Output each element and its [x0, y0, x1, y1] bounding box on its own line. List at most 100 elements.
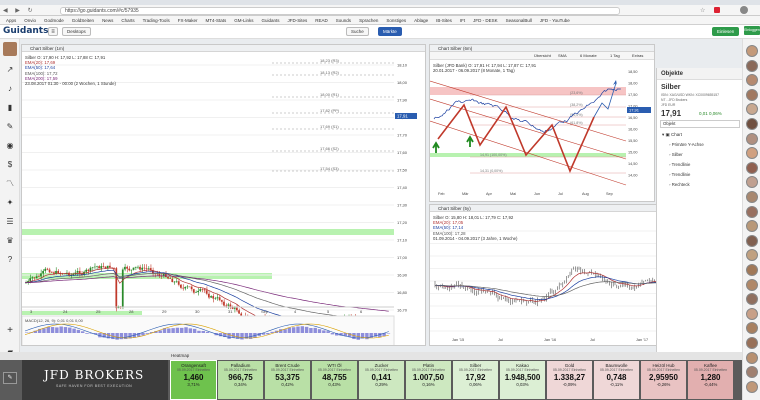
bookmark-item[interactable]: READ: [311, 18, 332, 23]
heatmap-tile[interactable]: Zucker 05.09.2017 Einheiten 0,141 0,29%: [359, 361, 404, 399]
toolbar-extras[interactable]: Extras: [632, 53, 643, 58]
bookmark-item[interactable]: GoldSeiten: [68, 18, 98, 23]
user-avatar[interactable]: [3, 42, 17, 56]
login-button[interactable]: Einloggen: [744, 26, 760, 35]
toolbar-interval[interactable]: 1 Tag: [610, 53, 620, 58]
toolbar-sma[interactable]: SMA: [558, 53, 567, 58]
add-icon[interactable]: +: [5, 326, 15, 336]
trader-avatar[interactable]: [746, 59, 758, 72]
toolbar-range[interactable]: 6 Monate: [580, 53, 597, 58]
markets-button[interactable]: Märkte: [378, 27, 402, 36]
trader-avatar[interactable]: [746, 161, 758, 174]
trader-avatar[interactable]: [746, 74, 758, 87]
bookmark-item[interactable]: SeasonalBull: [502, 18, 536, 23]
heatmap-tile[interactable]: Silber 05.09.2017 Einheiten 17,92 0,06%: [453, 361, 498, 399]
trader-avatar[interactable]: [746, 147, 758, 160]
heatmap-tile[interactable]: Brent Crude 05.09.2017 Einheiten 53,375 0,4…: [265, 361, 310, 399]
chart-line-icon[interactable]: 〽: [5, 179, 15, 189]
bookmark-item[interactable]: JFD-Sites: [284, 18, 312, 23]
intraday-chart[interactable]: 18,1018,0017,9017,8017,7017,6017,5017,40…: [22, 53, 425, 345]
bookmark-icon[interactable]: ▮: [5, 103, 15, 113]
trader-avatar[interactable]: [746, 118, 758, 130]
bookmark-item[interactable]: Onvio: [20, 18, 40, 23]
bookmark-item[interactable]: IFt: [456, 18, 469, 23]
bookmark-item[interactable]: IB-Sites: [432, 18, 456, 23]
lightbulb-icon[interactable]: ✦: [5, 198, 15, 208]
help-icon[interactable]: ?: [5, 255, 15, 265]
bookmark-item[interactable]: JFD - DESK: [469, 18, 502, 23]
tree-rectangle[interactable]: ◦ Rechteck: [669, 182, 690, 187]
trader-avatar[interactable]: [746, 278, 758, 291]
guidants-logo[interactable]: Guidants: [3, 26, 48, 36]
trader-avatar[interactable]: [746, 176, 758, 189]
trader-avatar[interactable]: [746, 264, 758, 276]
heatmap-tile[interactable]: Kaffee 05.09.2017 Einheiten 1,280 -0,44%: [688, 361, 733, 399]
chart-panel-silber-6m[interactable]: Chart Silber (6m) Übersicht SMA 6 Monate…: [429, 44, 655, 202]
dollar-icon[interactable]: $: [5, 160, 15, 170]
trader-avatar[interactable]: [746, 249, 758, 262]
tree-trendline-2[interactable]: ◦ Trendlinie: [669, 172, 690, 177]
trader-avatar[interactable]: [746, 234, 758, 247]
bell-icon[interactable]: ♪: [5, 84, 15, 94]
bookmark-item[interactable]: GM-Links: [230, 18, 257, 23]
bookmark-item[interactable]: JFD - YouTube: [536, 18, 574, 23]
heatmap-tile[interactable]: Kakao 05.09.2017 Einheiten 1.948,500 0,03%: [500, 361, 545, 399]
jfd-brokers-banner[interactable]: JFD BROKERS SAFE HAVEN FOR BEST EXECUTIO…: [22, 360, 168, 400]
einlesen-button[interactable]: Einlesen: [712, 27, 740, 36]
trader-avatar[interactable]: [746, 103, 758, 116]
tree-y-axis[interactable]: ◦ Primäre Y-Achse: [669, 142, 704, 147]
bookmark-item[interactable]: Apps: [2, 18, 20, 23]
heatmap-tile[interactable]: Platin 05.09.2017 Einheiten 1.007,50 0,16%: [406, 361, 451, 399]
eye-icon[interactable]: ◉: [5, 141, 15, 151]
heatmap-tile[interactable]: Palladium 05.09.2017 Einheiten 966,75 0,34%: [218, 361, 263, 399]
arrow-icon[interactable]: ↗: [5, 65, 15, 75]
bookmark-item[interactable]: News: [98, 18, 117, 23]
search-button[interactable]: Suche: [346, 27, 369, 36]
trader-avatar[interactable]: [746, 307, 758, 320]
heatmap-tile[interactable]: WTI Öl 05.09.2017 Einheiten 48,755 0,43%: [312, 361, 357, 399]
bookmark-item[interactable]: Trading-Tools: [139, 18, 174, 23]
bookmark-item[interactable]: Guidants: [258, 18, 284, 23]
trader-avatar[interactable]: [746, 293, 758, 306]
url-input[interactable]: https://go.guidants.com/#c/57935: [60, 7, 620, 15]
tree-trendline-1[interactable]: ◦ Trendlinie: [669, 162, 690, 167]
list-icon[interactable]: ☰: [5, 217, 15, 227]
heatmap-tile[interactable]: Baumwolle 05.09.2017 Einheiten 0,748 -0,11%: [594, 361, 639, 399]
trader-avatar[interactable]: [746, 220, 758, 233]
heatmap-tile[interactable]: Orangensaft 05.09.2017 Einheiten 1,460 3,71…: [170, 360, 217, 400]
bookmark-item[interactable]: Godmode: [40, 18, 68, 23]
bookmark-item[interactable]: MT4-Stats: [201, 18, 230, 23]
toolbar-overview[interactable]: Übersicht: [534, 53, 551, 58]
edit-icon[interactable]: ✎: [3, 372, 17, 384]
trader-avatar[interactable]: [746, 45, 758, 57]
bookmark-item[interactable]: Ablage: [410, 18, 432, 23]
trader-avatar[interactable]: [746, 351, 758, 364]
tree-silber[interactable]: ◦ Silber: [669, 152, 683, 157]
menu-icon[interactable]: ≡: [48, 27, 58, 36]
trader-avatar[interactable]: [746, 337, 758, 349]
bookmark-item[interactable]: Sprachen: [355, 18, 382, 23]
profile-avatar[interactable]: [740, 6, 748, 14]
trophy-icon[interactable]: ♛: [5, 236, 15, 246]
six-month-chart[interactable]: (23,6%)(38,2%)(50,0%)(61,8%)14,91 (100,0…: [430, 61, 654, 201]
star-icon[interactable]: ☆: [700, 7, 705, 14]
bookmark-item[interactable]: Sounds: [332, 18, 355, 23]
heatmap-tile[interactable]: Gold 05.09.2017 Einheiten 1.338,27 -0,09%: [547, 361, 592, 399]
trader-avatar[interactable]: [746, 205, 758, 218]
heatmap-tile[interactable]: Heizöl Hub 05.09.2017 Einheiten 2,95950 -0,…: [641, 361, 686, 399]
trader-avatar[interactable]: [746, 366, 758, 379]
extension-icon[interactable]: [714, 7, 720, 13]
trader-avatar[interactable]: [746, 88, 758, 101]
tree-chart[interactable]: ▾ ▣ Chart: [662, 132, 682, 138]
trader-avatar[interactable]: [746, 191, 758, 203]
browser-nav-icons[interactable]: ◀ ▶ ↻: [3, 7, 36, 14]
bookmark-item[interactable]: Charts: [117, 18, 138, 23]
trader-avatar[interactable]: [746, 132, 758, 145]
chart-panel-silber-1m[interactable]: Chart Silber (1m) 18,1018,0017,9017,8017…: [21, 44, 426, 346]
trader-avatar[interactable]: [746, 322, 758, 335]
bookmark-item[interactable]: FX-Maker: [174, 18, 202, 23]
trader-avatar[interactable]: [746, 380, 758, 393]
bookmark-item[interactable]: Sonstiges: [382, 18, 410, 23]
object-select[interactable]: Objekt: [660, 120, 740, 128]
desktops-button[interactable]: Desktops: [62, 27, 91, 36]
